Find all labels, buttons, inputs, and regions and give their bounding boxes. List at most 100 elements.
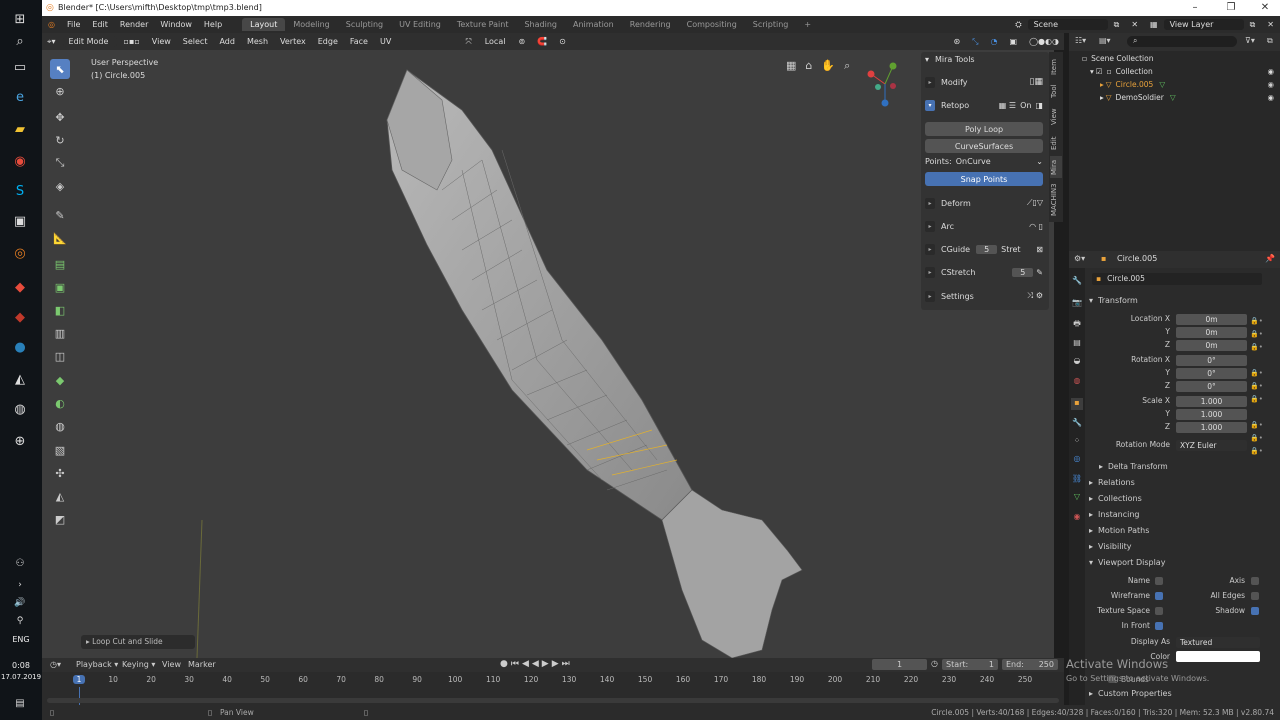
- clock-time[interactable]: 0:08: [4, 661, 38, 670]
- measure-tool-icon[interactable]: 📐: [50, 228, 70, 248]
- copy-icon-2[interactable]: ⧉: [1244, 20, 1262, 30]
- points-row[interactable]: Points: OnCurve ⌄: [925, 154, 1043, 168]
- bevel-tool-icon[interactable]: ◧: [50, 300, 70, 320]
- display-mode-icon[interactable]: ▤▾: [1099, 36, 1111, 45]
- menu-edit[interactable]: Edit: [86, 20, 114, 29]
- expand-icon[interactable]: ▸: [925, 290, 935, 302]
- overlay-icon[interactable]: ◔: [986, 36, 1003, 47]
- chrome-icon[interactable]: ◉: [9, 150, 31, 172]
- scale-z-field[interactable]: 1.000: [1176, 422, 1247, 433]
- tab-texture-paint[interactable]: Texture Paint: [449, 18, 517, 31]
- delta-transform-section[interactable]: ▸ Delta Transform: [1099, 459, 1280, 473]
- expand-icon[interactable]: ▸: [925, 266, 935, 278]
- cguide-icon[interactable]: ⊠: [1036, 245, 1043, 254]
- relations-section[interactable]: ▸ Relations: [1089, 475, 1275, 489]
- object-tab-icon[interactable]: ▪: [1071, 398, 1083, 410]
- retopo-side-icon[interactable]: ◨: [1035, 101, 1043, 110]
- mira-cstretch-row[interactable]: ▸ CStretch 5 ✎: [925, 265, 1043, 279]
- eye-icon[interactable]: ◉: [1267, 80, 1274, 89]
- tab-mira[interactable]: Mira: [1050, 156, 1062, 178]
- cstretch-value[interactable]: 5: [1012, 267, 1034, 277]
- expand-icon-active[interactable]: ▾: [925, 99, 935, 111]
- end-frame-field[interactable]: End: 250: [1002, 659, 1058, 670]
- location-y-field[interactable]: 0m: [1176, 327, 1247, 338]
- visibility-icon[interactable]: ⊛: [948, 36, 965, 47]
- view-layer-tab-icon[interactable]: ▤: [1071, 338, 1083, 350]
- annotate-tool-icon[interactable]: ✎: [50, 205, 70, 225]
- mode-selector[interactable]: Edit Mode: [62, 36, 117, 47]
- transform-tool-icon[interactable]: ◈: [50, 176, 70, 196]
- collections-section[interactable]: ▸ Collections: [1089, 491, 1275, 505]
- menu-keying[interactable]: Keying ▾: [122, 660, 155, 669]
- proportional-icon[interactable]: ⊙: [554, 36, 571, 47]
- tab-animation[interactable]: Animation: [565, 18, 622, 31]
- output-tab-icon[interactable]: 🖶: [1071, 318, 1083, 330]
- smooth-tool-icon[interactable]: ◍: [50, 416, 70, 436]
- render-tab-icon[interactable]: 📷: [1071, 298, 1083, 310]
- outliner-item[interactable]: ▾ ☑ ▫ Collection ◉: [1069, 65, 1280, 78]
- xray-icon[interactable]: ▣: [1005, 36, 1023, 47]
- app-icon-4[interactable]: ●: [9, 336, 31, 358]
- tab-item[interactable]: Item: [1050, 56, 1062, 78]
- people-icon[interactable]: ⚇: [9, 552, 31, 574]
- rotation-x-field[interactable]: 0°: [1176, 355, 1247, 366]
- add-workspace-icon[interactable]: +: [796, 18, 819, 31]
- instancing-section[interactable]: ▸ Instancing: [1089, 507, 1275, 521]
- viewport-display-section[interactable]: ▾ Viewport Display: [1089, 555, 1275, 569]
- view-layer-icon[interactable]: ▦: [1144, 20, 1164, 29]
- chevron-right-icon[interactable]: ▸: [1100, 80, 1104, 89]
- outliner-item[interactable]: ▸ ▽ DemoSoldier ▽ ◉: [1069, 91, 1280, 104]
- pivot-icon[interactable]: ⊚: [513, 36, 530, 47]
- menu-uv[interactable]: UV: [375, 36, 396, 47]
- mira-deform-row[interactable]: ▸ Deform ⟋▯▽: [925, 196, 1043, 210]
- axis-checkbox[interactable]: [1251, 577, 1259, 585]
- outliner-item[interactable]: ▫ Scene Collection: [1069, 52, 1280, 65]
- timeline-ruler[interactable]: 1 10 20 30 40 50 60 70 80 90 100 110 120 130 140 150 160…: [42, 673, 1064, 687]
- extrude-tool-icon[interactable]: ▤: [50, 254, 70, 274]
- search-icon[interactable]: ⌕: [9, 30, 31, 52]
- app-icon-2[interactable]: ◆: [9, 276, 31, 298]
- arc-icons[interactable]: ◠ ▯: [1029, 222, 1043, 231]
- deform-icons[interactable]: ⟋▯▽: [1027, 198, 1043, 208]
- rotation-z-field[interactable]: 0°: [1176, 381, 1247, 392]
- knife-tool-icon[interactable]: ◫: [50, 346, 70, 366]
- snap-icon[interactable]: 🧲: [532, 36, 552, 47]
- menu-window[interactable]: Window: [154, 20, 198, 29]
- shear-tool-icon[interactable]: ◭: [50, 486, 70, 506]
- rotation-mode-select[interactable]: XYZ Euler: [1176, 440, 1247, 451]
- menu-render[interactable]: Render: [114, 20, 154, 29]
- skype-icon[interactable]: S: [9, 180, 31, 202]
- start-frame-field[interactable]: Start: 1: [942, 659, 998, 670]
- object-name-field[interactable]: ▪ Circle.005: [1092, 273, 1262, 285]
- viewport-nav-icons[interactable]: ▦⌂✋⌕: [786, 59, 859, 73]
- modify-icons[interactable]: ▯▦: [1030, 77, 1043, 87]
- pencil-icon[interactable]: ✎: [1036, 268, 1043, 277]
- world-tab-icon[interactable]: ◍: [1071, 376, 1083, 388]
- navigation-gizmo[interactable]: [857, 56, 913, 112]
- outliner-search[interactable]: ⌕: [1127, 36, 1237, 47]
- in-front-checkbox[interactable]: [1155, 622, 1163, 630]
- language-indicator[interactable]: ENG: [6, 635, 36, 644]
- points-dropdown[interactable]: OnCurve: [956, 157, 991, 166]
- unity-icon[interactable]: ◭: [9, 368, 31, 390]
- cursor-tool-icon[interactable]: ⊕: [50, 81, 70, 101]
- editor-type-icon[interactable]: ◷▾: [50, 660, 61, 669]
- mira-cguide-row[interactable]: ▸ CGuide 5 Stret ⊠: [925, 242, 1043, 256]
- notifications-icon[interactable]: ▤: [9, 692, 31, 714]
- location-z-field[interactable]: 0m: [1176, 340, 1247, 351]
- menu-edge[interactable]: Edge: [313, 36, 343, 47]
- scale-tool-icon[interactable]: ⤡: [50, 153, 70, 173]
- poly-loop-button[interactable]: Poly Loop: [925, 122, 1043, 136]
- spin-tool-icon[interactable]: ◐: [50, 393, 70, 413]
- scale-x-field[interactable]: 1.000: [1176, 396, 1247, 407]
- lock-icons[interactable]: 🔒• 🔒• 🔒• 🔒• 🔒• 🔒• 🔒• 🔒• 🔒•: [1250, 315, 1263, 458]
- app-icon-3[interactable]: ◆: [9, 306, 31, 328]
- select-mode-icons[interactable]: ▫▪▫: [119, 36, 145, 47]
- data-tab-icon[interactable]: ▽: [1071, 492, 1083, 504]
- display-as-select[interactable]: Textured: [1176, 637, 1260, 648]
- poly-build-tool-icon[interactable]: ◆: [50, 370, 70, 390]
- scale-y-field[interactable]: 1.000: [1176, 409, 1247, 420]
- retopo-grid-icon[interactable]: ▦ ☰: [999, 101, 1016, 110]
- select-tool-icon[interactable]: ⬉: [50, 59, 70, 79]
- close-icon[interactable]: ✕: [1125, 20, 1144, 29]
